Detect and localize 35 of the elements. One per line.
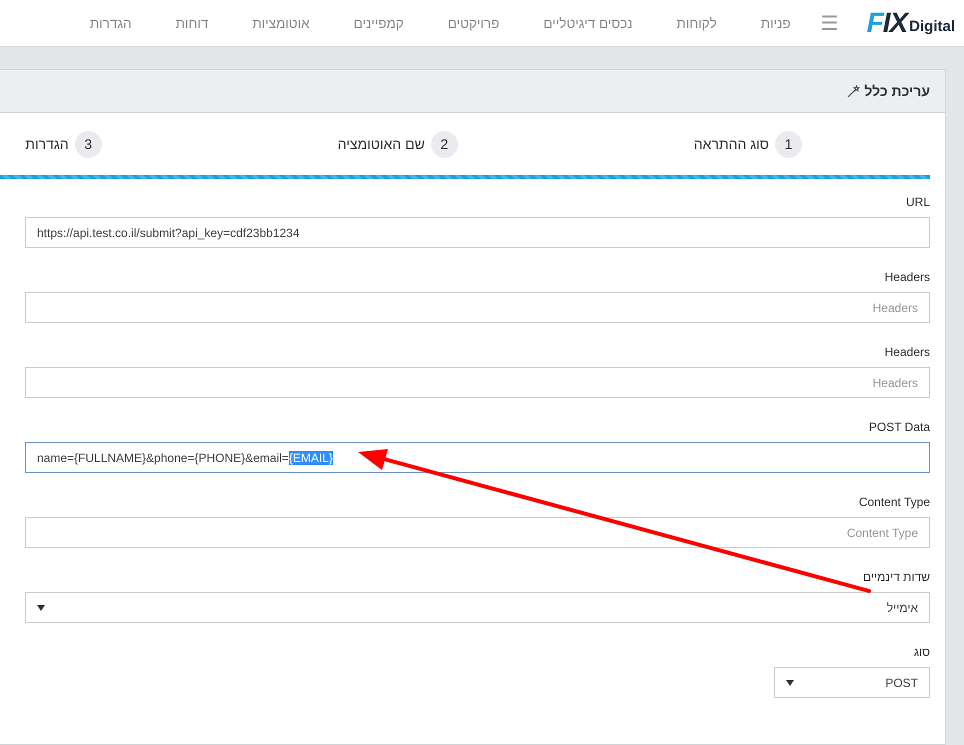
field-label: POST Data [868,420,930,434]
caret-icon [37,604,45,610]
step-number: 3 [74,130,102,158]
nav-link[interactable]: לקוחות [676,16,717,30]
nav-link[interactable]: הגדרות [90,16,132,30]
field-label: שדות דינמיים [862,570,930,584]
step-label: סוג ההתראה [694,136,769,152]
select-field[interactable]: POST [774,667,930,698]
field-label: Headers [884,270,930,284]
step-number: 1 [775,130,802,158]
nav-link[interactable]: דוחות [176,16,208,30]
step-label: שם האוטומציה [338,136,425,152]
field-label: Content Type [858,495,930,509]
select-field[interactable]: אימייל [25,592,930,623]
field-label: Headers [884,345,930,359]
input-field[interactable]: Headers [25,367,930,398]
step-number: 2 [430,130,458,158]
logo-mark: FIX [866,10,908,36]
step-label: הגדרות [25,136,69,152]
caret-icon [786,680,794,686]
input-field[interactable]: Headers [25,292,930,323]
input-field[interactable]: name={FULLNAME}&phone={PHONE}&email={EMAIL} [25,442,930,473]
nav-link[interactable]: קמפיינים [354,16,404,30]
nav-link[interactable]: נכסים דיגיטליים [543,16,633,30]
nav-link[interactable]: אוטומציות [252,16,310,30]
nav-link[interactable]: פרויקטים [448,16,500,30]
field-label: סוג [912,645,930,659]
panel-title: עריכת כלל [864,83,930,99]
menu-icon[interactable]: ☰ [820,10,839,36]
magic-wand-icon [847,84,860,98]
field-label: URL [904,195,930,209]
input-field[interactable]: https://api.test.co.il/submit?api_key=cdf23bb1234 [25,217,930,248]
nav-link[interactable]: פניות [760,16,791,30]
logo-text: Digital [909,18,955,36]
input-field[interactable]: Content Type [25,517,930,548]
